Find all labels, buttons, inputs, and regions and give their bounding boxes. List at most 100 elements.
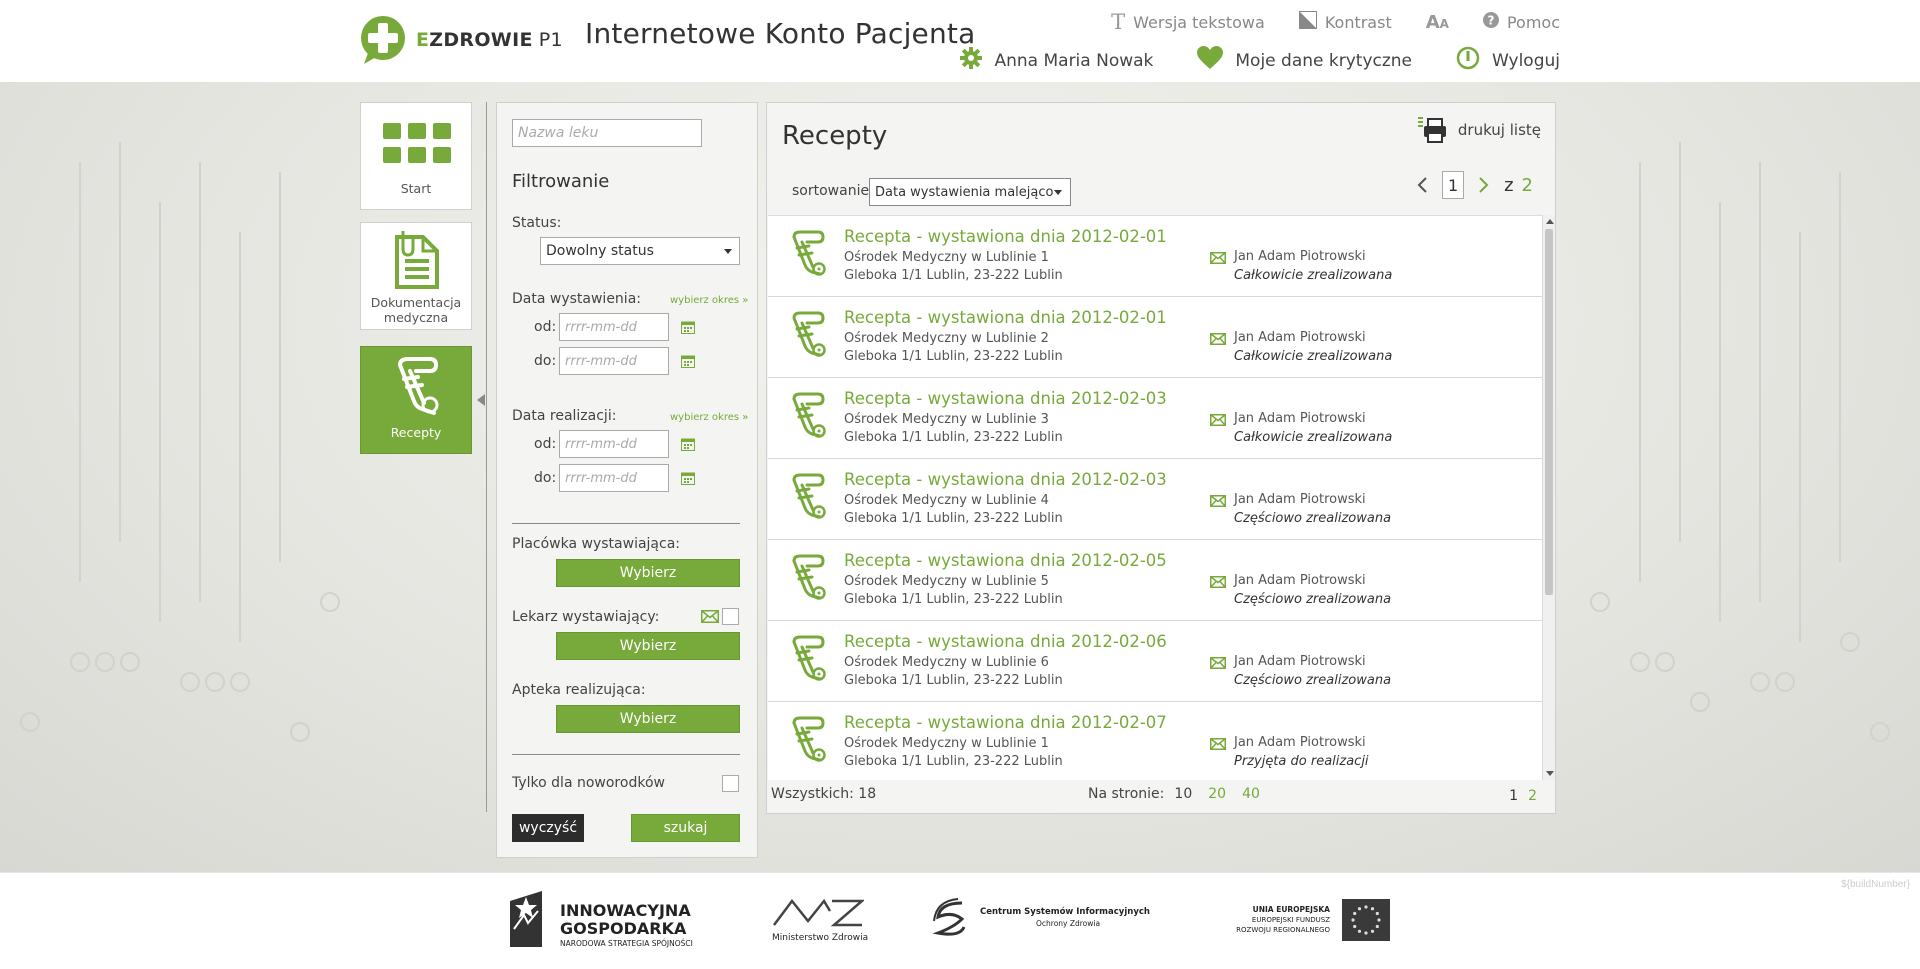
prescription-doctor: Jan Adam Piotrowski <box>1234 330 1366 345</box>
choose-pharmacy-button[interactable]: Wybierz <box>556 705 740 733</box>
app-title: Internetowe Konto Pacjenta <box>585 17 976 50</box>
prescription-doctor: Jan Adam Piotrowski <box>1234 249 1366 264</box>
logo-line: EUROPEJSKI FUNDUSZ <box>1251 916 1330 924</box>
issue-date-to-input[interactable]: rrrr-mm-dd <box>559 347 669 375</box>
per-page-option[interactable]: 10 <box>1174 786 1192 802</box>
text-version-icon: T <box>1111 10 1126 34</box>
prescription-title[interactable]: Recepta - wystawiona dnia 2012-02-01 <box>844 308 1167 327</box>
nav-tile-documentation[interactable]: Dokumentacja medyczna <box>360 222 472 330</box>
critical-data-link[interactable]: Moje dane krytyczne <box>1197 46 1412 75</box>
ministry-of-health-logo: Ministerstwo Zdrowia <box>772 897 868 947</box>
choose-doctor-button[interactable]: Wybierz <box>556 632 740 660</box>
prescription-list: Recepta - wystawiona dnia 2012-02-01 Ośr… <box>768 215 1542 780</box>
sort-select[interactable]: Data wystawienia malejąco <box>869 178 1071 206</box>
prescription-address: Gleboka 1/1 Lublin, 23-222 Lublin <box>844 349 1063 364</box>
nav-tile-start[interactable]: Start <box>360 102 472 210</box>
per-page-option[interactable]: 20 <box>1208 786 1226 802</box>
pagination-top: 1 z 2 <box>1416 171 1533 199</box>
logo-cross-icon <box>360 15 406 65</box>
prescription-status: Częściowo zrealizowana <box>1234 511 1392 526</box>
issue-date-label: Data wystawienia: <box>512 291 641 307</box>
csioz-icon <box>932 898 966 936</box>
list-item[interactable]: Recepta - wystawiona dnia 2012-02-01 Ośr… <box>768 216 1542 297</box>
prescription-title[interactable]: Recepta - wystawiona dnia 2012-02-06 <box>844 632 1167 651</box>
prescription-icon <box>792 716 826 762</box>
realization-date-label: Data realizacji: <box>512 408 617 424</box>
scrollbar-thumb[interactable] <box>1545 229 1553 595</box>
clear-button[interactable]: wyczyść <box>512 814 584 842</box>
logo-line: GOSPODARKA <box>560 919 687 938</box>
page-total[interactable]: 2 <box>1522 175 1533 196</box>
prescriptions-panel: Recepty drukuj listę sortowanie Data wys… <box>766 102 1556 814</box>
envelope-icon <box>1210 414 1226 426</box>
document-icon <box>395 231 439 289</box>
gear-icon <box>960 47 983 74</box>
to-label: do: <box>534 353 557 369</box>
nav-tile-label: Start <box>400 181 432 196</box>
prescription-title[interactable]: Recepta - wystawiona dnia 2012-02-03 <box>844 470 1167 489</box>
list-item[interactable]: Recepta - wystawiona dnia 2012-02-06 Ośr… <box>768 621 1542 702</box>
newborns-checkbox[interactable] <box>722 775 739 792</box>
svg-text:?: ? <box>1487 14 1494 28</box>
prescription-title[interactable]: Recepta - wystawiona dnia 2012-02-05 <box>844 551 1167 570</box>
search-button[interactable]: szukaj <box>631 814 740 842</box>
realization-date-to-input[interactable]: rrrr-mm-dd <box>559 464 669 492</box>
prescription-facility: Ośrodek Medyczny w Lublinie 1 <box>844 736 1049 751</box>
prescription-status: Częściowo zrealizowana <box>1234 592 1392 607</box>
calendar-icon[interactable] <box>681 354 695 368</box>
list-item[interactable]: Recepta - wystawiona dnia 2012-02-05 Ośr… <box>768 540 1542 621</box>
status-select[interactable]: Dowolny status <box>540 237 740 265</box>
choose-facility-button[interactable]: Wybierz <box>556 559 740 587</box>
drug-name-input[interactable]: Nazwa leku <box>512 119 702 147</box>
doctor-filter-checkbox[interactable] <box>722 608 739 625</box>
text-version-link[interactable]: T Wersja tekstowa <box>1111 10 1265 34</box>
calendar-icon[interactable] <box>681 320 695 334</box>
list-item[interactable]: Recepta - wystawiona dnia 2012-02-03 Ośr… <box>768 459 1542 540</box>
scroll-up-icon[interactable] <box>1546 219 1554 224</box>
print-list-link[interactable]: drukuj listę <box>1417 117 1541 143</box>
prescription-facility: Ośrodek Medyczny w Lublinie 4 <box>844 493 1049 508</box>
logo-line: ROZWOJU REGIONALNEGO <box>1236 926 1330 934</box>
realization-date-from-input[interactable]: rrrr-mm-dd <box>559 430 669 458</box>
help-link[interactable]: ? Pomoc <box>1482 10 1560 34</box>
chevron-left-icon[interactable] <box>1416 176 1428 194</box>
chevron-right-icon[interactable] <box>1478 176 1490 194</box>
newborns-label: Tylko dla noworodków <box>512 775 665 791</box>
printer-icon <box>1417 117 1446 143</box>
realization-date-range-link[interactable]: wybierz okres » <box>670 412 748 423</box>
prescription-title[interactable]: Recepta - wystawiona dnia 2012-02-03 <box>844 389 1167 408</box>
per-page-option[interactable]: 40 <box>1242 786 1260 802</box>
list-item[interactable]: Recepta - wystawiona dnia 2012-02-03 Ośr… <box>768 378 1542 459</box>
logout-link[interactable]: Wyloguj <box>1456 46 1560 75</box>
prescription-status: Całkowicie zrealizowana <box>1234 268 1393 283</box>
page-link[interactable]: 2 <box>1528 788 1537 804</box>
eu-fund-logo: UNIA EUROPEJSKA EUROPEJSKI FUNDUSZ ROZWO… <box>1210 899 1390 943</box>
nav-divider <box>486 102 487 812</box>
csioz-logo: Centrum Systemów Informacyjnych Ochrony … <box>932 897 1152 947</box>
font-size-link[interactable]: AA <box>1426 10 1449 34</box>
page-input[interactable]: 1 <box>1442 171 1465 199</box>
calendar-icon[interactable] <box>681 471 695 485</box>
prescription-title[interactable]: Recepta - wystawiona dnia 2012-02-07 <box>844 713 1167 732</box>
list-item[interactable]: Recepta - wystawiona dnia 2012-02-01 Ośr… <box>768 297 1542 378</box>
prescription-doctor: Jan Adam Piotrowski <box>1234 411 1366 426</box>
nav-tile-prescriptions[interactable]: Recepty <box>360 346 472 454</box>
list-scrollbar[interactable] <box>1542 215 1555 780</box>
issue-date-range-link[interactable]: wybierz okres » <box>670 295 748 306</box>
prescription-doctor: Jan Adam Piotrowski <box>1234 654 1366 669</box>
scroll-down-icon[interactable] <box>1546 771 1554 776</box>
prescription-title[interactable]: Recepta - wystawiona dnia 2012-02-01 <box>844 227 1167 246</box>
ezdrowie-logo[interactable]: EZDROWIE P1 <box>360 15 563 65</box>
font-size-icon: AA <box>1425 11 1449 33</box>
prescription-doctor: Jan Adam Piotrowski <box>1234 735 1366 750</box>
contrast-icon <box>1298 11 1317 33</box>
logo-line: Centrum Systemów Informacyjnych <box>980 907 1150 917</box>
calendar-icon[interactable] <box>681 437 695 451</box>
list-item[interactable]: Recepta - wystawiona dnia 2012-02-07 Ośr… <box>768 702 1542 780</box>
prescription-address: Gleboka 1/1 Lublin, 23-222 Lublin <box>844 268 1063 283</box>
contrast-link[interactable]: Kontrast <box>1298 10 1392 34</box>
page-link[interactable]: 1 <box>1509 788 1518 804</box>
user-settings-link[interactable]: Anna Maria Nowak <box>960 46 1153 75</box>
issue-date-from-input[interactable]: rrrr-mm-dd <box>559 313 669 341</box>
heart-icon <box>1197 46 1224 75</box>
